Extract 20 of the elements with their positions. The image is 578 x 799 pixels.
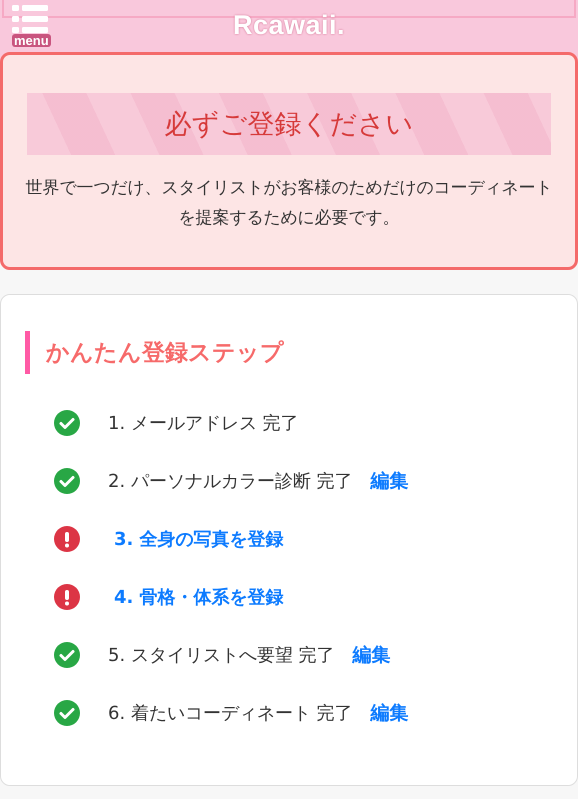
steps-heading: かんたん登録ステップ	[25, 331, 553, 374]
step-label: 2. パーソナルカラー診断 完了	[108, 470, 353, 493]
exclamation-icon	[54, 584, 80, 610]
menu-button[interactable]: menu	[12, 4, 51, 47]
check-icon	[54, 468, 80, 494]
notice-title: 必ずご登録ください	[164, 108, 414, 142]
edit-link[interactable]: 編集	[370, 700, 409, 726]
exclamation-icon	[54, 526, 80, 552]
step-label: 5. スタイリストへ要望 完了	[108, 644, 335, 667]
step-label: 1. メールアドレス 完了	[108, 412, 299, 435]
step-label: 6. 着たいコーディネート 完了	[108, 702, 353, 725]
edit-link[interactable]: 編集	[370, 468, 409, 494]
step-link[interactable]: 4. 骨格・体系を登録	[114, 585, 284, 609]
check-icon	[54, 410, 80, 436]
check-icon	[54, 700, 80, 726]
menu-icon	[12, 4, 50, 34]
check-icon	[54, 642, 80, 668]
edit-link[interactable]: 編集	[352, 642, 391, 668]
notice-text: 世界で一つだけ、スタイリストがお客様のためだけのコーディネートを提案するために必要です。	[24, 177, 554, 230]
step-link[interactable]: 3. 全身の写真を登録	[114, 527, 284, 551]
